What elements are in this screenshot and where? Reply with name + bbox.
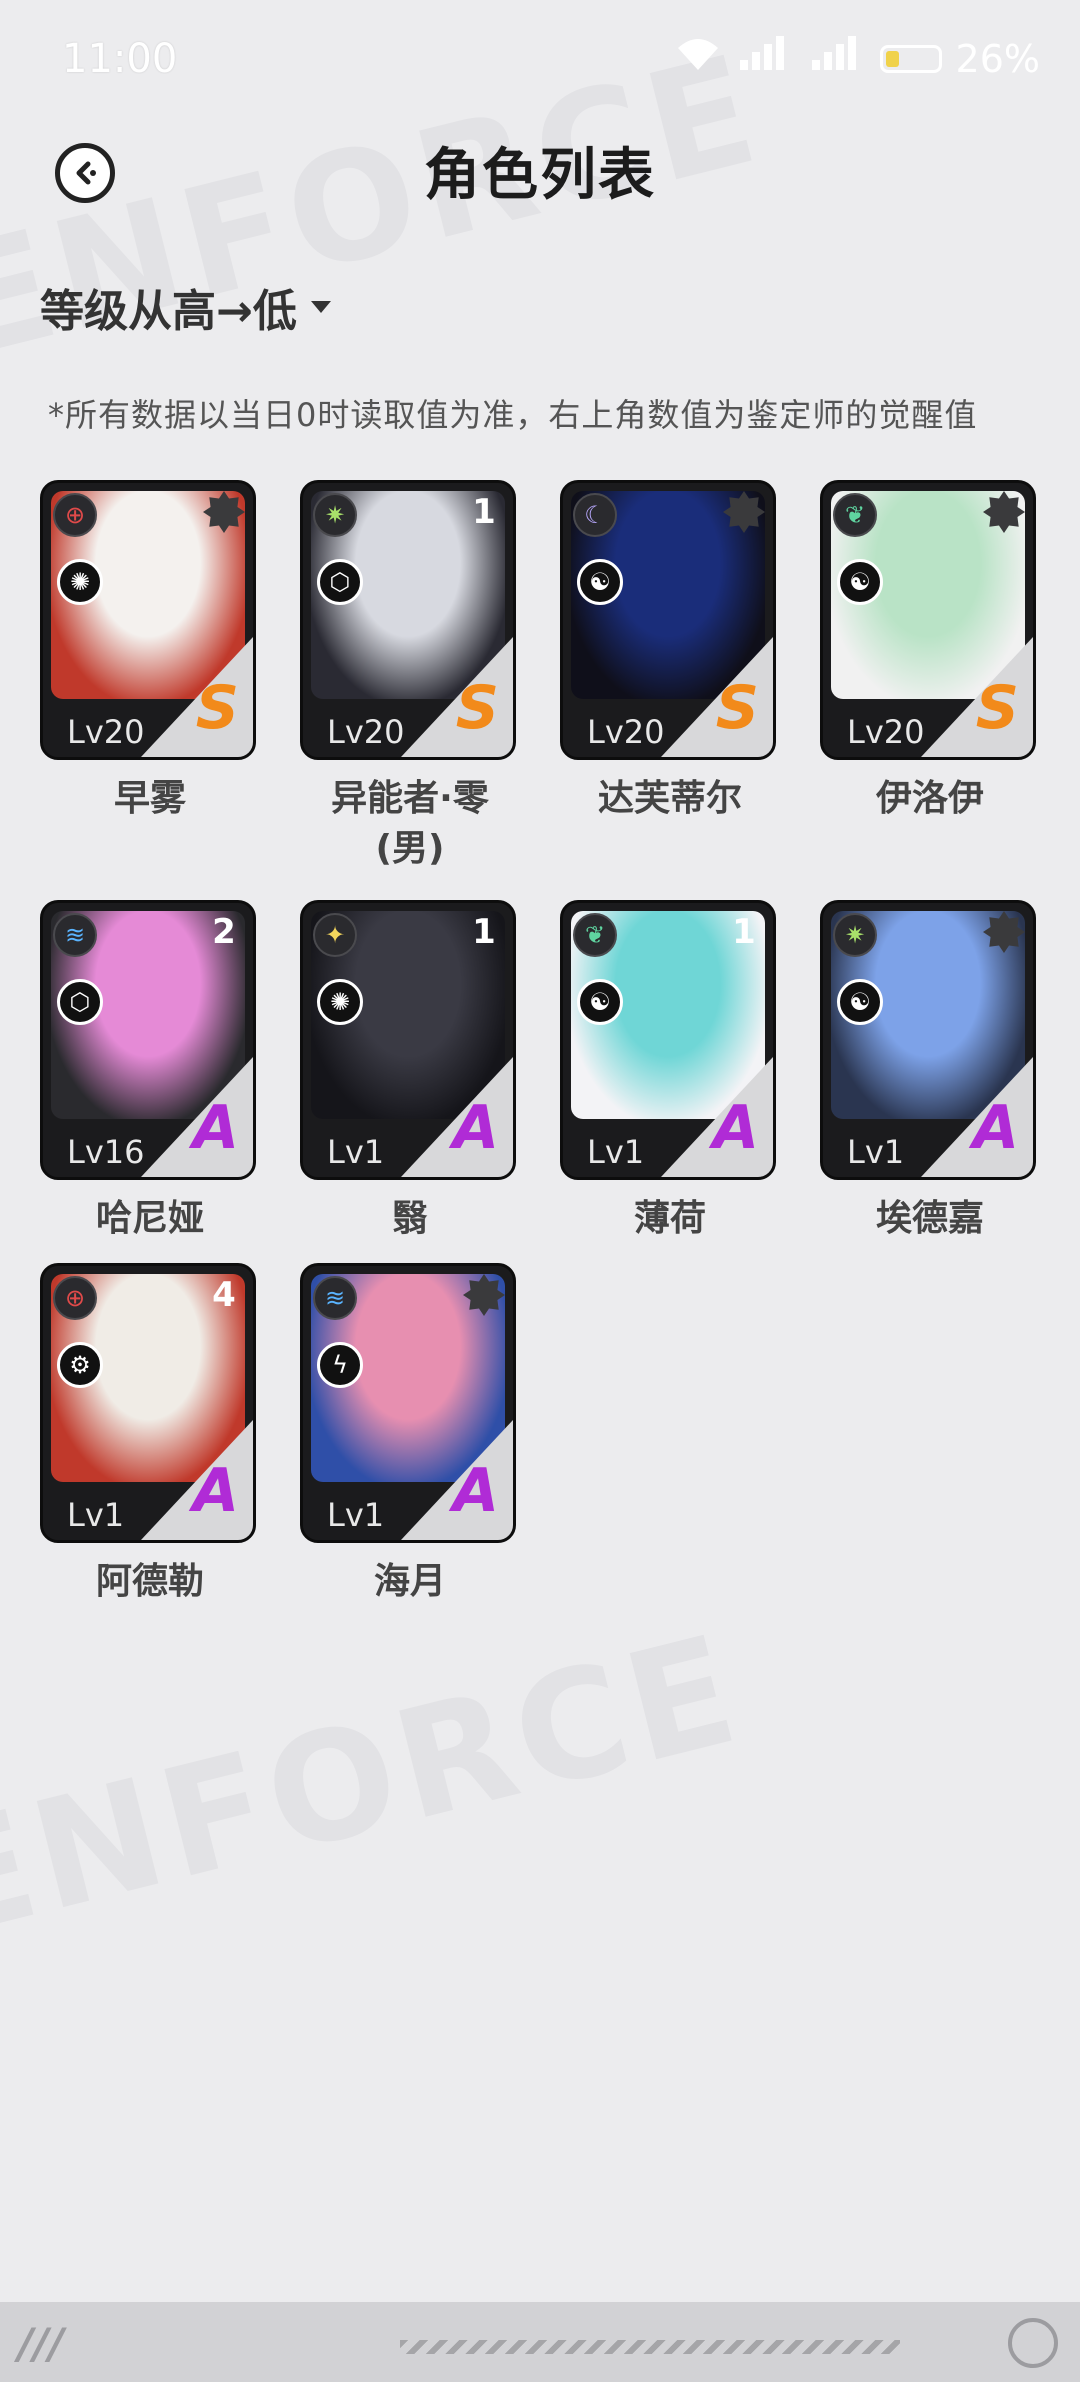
character-portrait-frame: ❦ ☯ Lv20 S [820,480,1036,760]
character-level: Lv20 [847,713,925,751]
battery-level [885,50,899,67]
sun-icon: ✷ [313,493,357,537]
character-level: Lv1 [327,1496,385,1534]
character-name: 伊洛伊 [875,778,984,819]
character-name: 达芙蒂尔 [597,778,742,819]
rank-letter: S [715,673,759,743]
vortex-icon: ✺ [57,559,103,605]
character-level: Lv1 [847,1133,905,1171]
awakening-value: 4 [212,1275,236,1315]
character-card[interactable]: ⊕ ✺ Lv20 S 早雾 [40,480,260,824]
rank-letter: A [192,1456,239,1526]
footer-logo-icon: /// [18,2319,65,2368]
moon-icon: ☾ [573,493,617,537]
cube-icon: ⬡ [317,559,363,605]
character-level: Lv16 [67,1133,145,1171]
gear-icon: ⚙ [57,1342,103,1388]
cube-icon: ⬡ [57,979,103,1025]
page-title: 角色列表 [424,143,656,208]
caret-down-icon [310,301,331,313]
character-card[interactable]: ❦ ☯ Lv20 S 伊洛伊 [820,480,1040,824]
rank-letter: S [975,673,1019,743]
rank-letter: A [452,1456,499,1526]
character-name: 翳 [391,1198,428,1239]
bolt-icon: ϟ [317,1342,363,1388]
sort-dropdown[interactable]: 等级从高→低 [40,275,331,339]
rank-letter: A [192,1093,239,1163]
character-card[interactable]: ❦ ☯ 1 Lv1 A 薄荷 [560,900,780,1244]
background-watermark: ENFORCE [0,1602,757,1972]
character-card[interactable]: ✷ ⬡ 1 Lv20 S 异能者·零(男) [300,480,520,874]
character-card[interactable]: ≋ ϟ Lv1 A 海月 [300,1263,520,1607]
character-portrait-frame: ⊕ ⚙ 4 Lv1 A [40,1263,256,1543]
status-bar: 11:00 26% [0,0,1080,126]
swirl-icon: ☯ [577,559,623,605]
character-card[interactable]: ☾ ☯ Lv20 S 达芙蒂尔 [560,480,780,824]
status-time: 11:00 [62,36,178,82]
character-card[interactable]: ✦ ✺ 1 Lv1 A 翳 [300,900,520,1244]
character-level: Lv20 [327,713,405,751]
awakening-value: 1 [732,912,756,952]
wave-icon: ≋ [313,1276,357,1320]
data-note: *所有数据以当日0时读取值为准，右上角数值为鉴定师的觉醒值 [48,396,978,434]
character-portrait-frame: ≋ ϟ Lv1 A [300,1263,516,1543]
signal-icon [736,36,794,81]
character-level: Lv1 [587,1133,645,1171]
character-name: 异能者·零(男) [331,778,489,869]
footer-decoration [400,2340,900,2354]
footer-bar: /// [0,2302,1080,2382]
sun-icon: ✷ [833,913,877,957]
signal-icon [808,36,866,81]
sparkle-icon: ✦ [313,913,357,957]
status-icons: 26% [674,36,1040,81]
crosshair-icon: ⊕ [53,1276,97,1320]
wave-icon: ≋ [53,913,97,957]
character-portrait-frame: ⊕ ✺ Lv20 S [40,480,256,760]
character-level: Lv1 [327,1133,385,1171]
awakening-value: 1 [472,912,496,952]
vortex-icon: ✺ [317,979,363,1025]
awakening-value: 2 [212,912,236,952]
rank-letter: A [452,1093,499,1163]
character-level: Lv20 [587,713,665,751]
character-portrait-frame: ✦ ✺ 1 Lv1 A [300,900,516,1180]
leaf-icon: ❦ [833,493,877,537]
character-portrait-frame: ✷ ☯ Lv1 A [820,900,1036,1180]
swirl-icon: ☯ [577,979,623,1025]
character-card[interactable]: ≋ ⬡ 2 Lv16 A 哈尼娅 [40,900,260,1244]
awakening-value: 1 [472,492,496,532]
character-name: 阿德勒 [95,1561,204,1602]
sort-label: 等级从高→低 [40,286,297,337]
rank-letter: S [195,673,239,743]
crosshair-icon: ⊕ [53,493,97,537]
character-name: 埃德嘉 [875,1198,984,1239]
swirl-icon: ☯ [837,979,883,1025]
character-name: 海月 [373,1561,446,1602]
character-card[interactable]: ⊕ ⚙ 4 Lv1 A 阿德勒 [40,1263,260,1607]
character-level: Lv20 [67,713,145,751]
battery-icon [879,44,942,73]
character-name: 哈尼娅 [95,1198,204,1239]
wifi-icon [674,36,722,81]
rank-letter: A [972,1093,1019,1163]
rank-letter: S [455,673,499,743]
character-portrait-frame: ☾ ☯ Lv20 S [560,480,776,760]
battery-percent: 26% [955,36,1040,81]
leaf-icon: ❦ [573,913,617,957]
character-card[interactable]: ✷ ☯ Lv1 A 埃德嘉 [820,900,1040,1244]
rank-letter: A [712,1093,759,1163]
character-name: 早雾 [113,778,186,819]
character-name: 薄荷 [633,1198,706,1239]
eye-icon [1008,2318,1058,2368]
character-portrait-frame: ❦ ☯ 1 Lv1 A [560,900,776,1180]
character-portrait-frame: ✷ ⬡ 1 Lv20 S [300,480,516,760]
swirl-icon: ☯ [837,559,883,605]
character-portrait-frame: ≋ ⬡ 2 Lv16 A [40,900,256,1180]
character-level: Lv1 [67,1496,125,1534]
